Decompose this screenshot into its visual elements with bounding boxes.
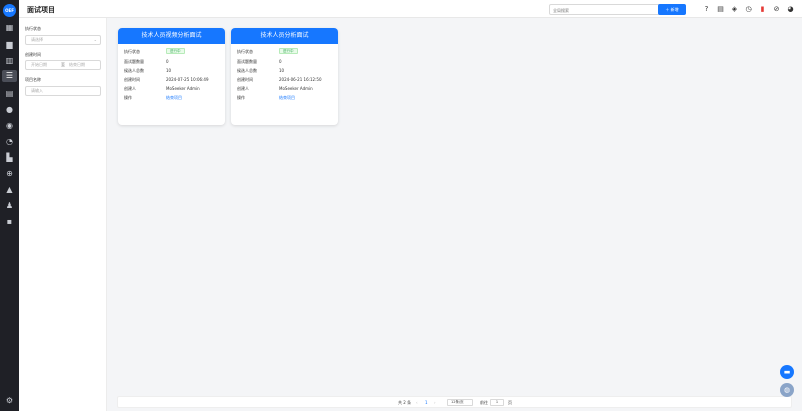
chat-icon[interactable]: ● (5, 105, 14, 114)
status-badge: 进行中 (279, 48, 298, 54)
created-time: 2024-07-25 10:06:49 (166, 77, 209, 82)
user-group-icon[interactable]: ♟ (5, 201, 14, 210)
goto-suffix: 页 (508, 400, 512, 405)
help-icon[interactable]: ? (702, 5, 711, 14)
next-page-button[interactable]: › (434, 400, 436, 405)
created-label: 创建时间 (124, 77, 140, 82)
grid-icon[interactable]: ▦ (5, 23, 14, 32)
bell-icon[interactable]: ▲ (5, 185, 14, 194)
operation-label: 操作 (237, 95, 245, 100)
pagination: 共 2 条 ‹ 1 › 12条/页 前往 1 页 (117, 396, 792, 408)
play-circle-icon[interactable]: ◉ (5, 121, 14, 130)
top-header: 面试项目 ⌕ ＋ 新增 ? ▤ ◈ ◷ ▮ ⊘ ◕ (19, 0, 802, 18)
operation-label: 操作 (124, 95, 132, 100)
creator-label: 创建人 (124, 86, 136, 91)
filter-panel: 执行状态 请选择 ⌄ 创建时间 开始日期 至 结束日期 项目名称 请输入 (19, 18, 107, 411)
app-logo[interactable]: OEF (3, 4, 16, 17)
creator-label: 创建人 (237, 86, 249, 91)
creator-name: MoSeeker Admin (279, 86, 313, 91)
check-circle-icon[interactable]: ⊘ (772, 5, 781, 14)
page-size-select[interactable]: 12条/页 (447, 399, 473, 406)
page-title: 面试项目 (27, 6, 55, 14)
pie-chart-icon[interactable]: ◔ (5, 137, 14, 146)
page-number[interactable]: 1 (425, 400, 428, 405)
bar-chart-icon[interactable]: ▙ (5, 153, 14, 162)
question-count: 0 (166, 59, 169, 64)
card-title[interactable]: 技术人员分析面试 (231, 28, 338, 44)
search-input[interactable] (553, 6, 653, 14)
total-count: 共 2 条 (398, 400, 412, 405)
date-range-picker[interactable]: 开始日期 至 结束日期 (25, 60, 101, 70)
question-count: 0 (279, 59, 282, 64)
clipboard-icon[interactable]: ▤ (716, 5, 725, 14)
building-icon[interactable]: ▥ (5, 56, 14, 65)
name-input[interactable]: 请输入 (25, 86, 101, 96)
puzzle-icon[interactable]: ◈ (730, 5, 739, 14)
time-filter-label: 创建时间 (25, 52, 41, 57)
clock-icon[interactable]: ◷ (744, 5, 753, 14)
notification-icon[interactable]: ▮ (758, 5, 767, 14)
end-date[interactable]: 结束日期 (69, 61, 85, 69)
user-avatar-icon[interactable]: ◕ (786, 5, 795, 14)
help-float-icon[interactable]: ◍ (780, 383, 794, 397)
status-filter-label: 执行状态 (25, 26, 41, 31)
candidates-label: 候选人总数 (237, 68, 257, 73)
main-content: 技术人员视频分析面试 执行状态 进行中 面试题数量 0 候选人总数 10 创建时… (107, 18, 802, 411)
status-label: 执行状态 (237, 49, 253, 54)
calendar-icon[interactable]: ▤ (5, 89, 14, 98)
dollar-icon[interactable]: ⊕ (5, 169, 14, 178)
question-count-label: 面试题数量 (237, 59, 257, 64)
sidebar: OEF ▦ ▆ ▥ ☰ ▤ ● ◉ ◔ ▙ ⊕ ▲ ♟ ▪ ⚙ (0, 0, 19, 411)
start-date[interactable]: 开始日期 (31, 62, 47, 67)
creator-name: MoSeeker Admin (166, 86, 200, 91)
message-icon[interactable]: ▪ (5, 217, 14, 226)
status-label: 执行状态 (124, 49, 140, 54)
question-count-label: 面试题数量 (124, 59, 144, 64)
chevron-down-icon: ⌄ (93, 37, 97, 42)
project-card[interactable]: 技术人员分析面试 执行状态 进行中 面试题数量 0 候选人总数 10 创建时间 … (231, 28, 338, 125)
candidates-count: 10 (279, 68, 285, 73)
status-badge: 进行中 (166, 48, 185, 54)
briefcase-icon[interactable]: ▆ (5, 40, 14, 49)
created-time: 2024-06-21 16:12:50 (279, 77, 322, 82)
settings-icon[interactable]: ⚙ (5, 396, 14, 405)
card-title[interactable]: 技术人员视频分析面试 (118, 28, 225, 44)
status-select[interactable]: 请选择 ⌄ (25, 35, 101, 45)
chat-float-icon[interactable]: ▬ (780, 365, 794, 379)
candidates-label: 候选人总数 (124, 68, 144, 73)
date-separator: 至 (61, 62, 65, 67)
candidates-count: 10 (166, 68, 172, 73)
goto-label: 前往 (480, 400, 488, 405)
created-label: 创建时间 (237, 77, 253, 82)
document-list-icon[interactable]: ☰ (2, 70, 17, 82)
prev-page-button[interactable]: ‹ (416, 400, 418, 405)
goto-input[interactable]: 1 (490, 399, 504, 406)
end-project-link[interactable]: 结束项目 (166, 95, 182, 101)
new-button[interactable]: ＋ 新增 (658, 4, 686, 15)
end-project-link[interactable]: 结束项目 (279, 95, 295, 101)
status-select-placeholder: 请选择 (31, 37, 43, 42)
global-search[interactable]: ⌕ (549, 4, 668, 15)
name-filter-label: 项目名称 (25, 77, 41, 82)
project-card[interactable]: 技术人员视频分析面试 执行状态 进行中 面试题数量 0 候选人总数 10 创建时… (118, 28, 225, 125)
